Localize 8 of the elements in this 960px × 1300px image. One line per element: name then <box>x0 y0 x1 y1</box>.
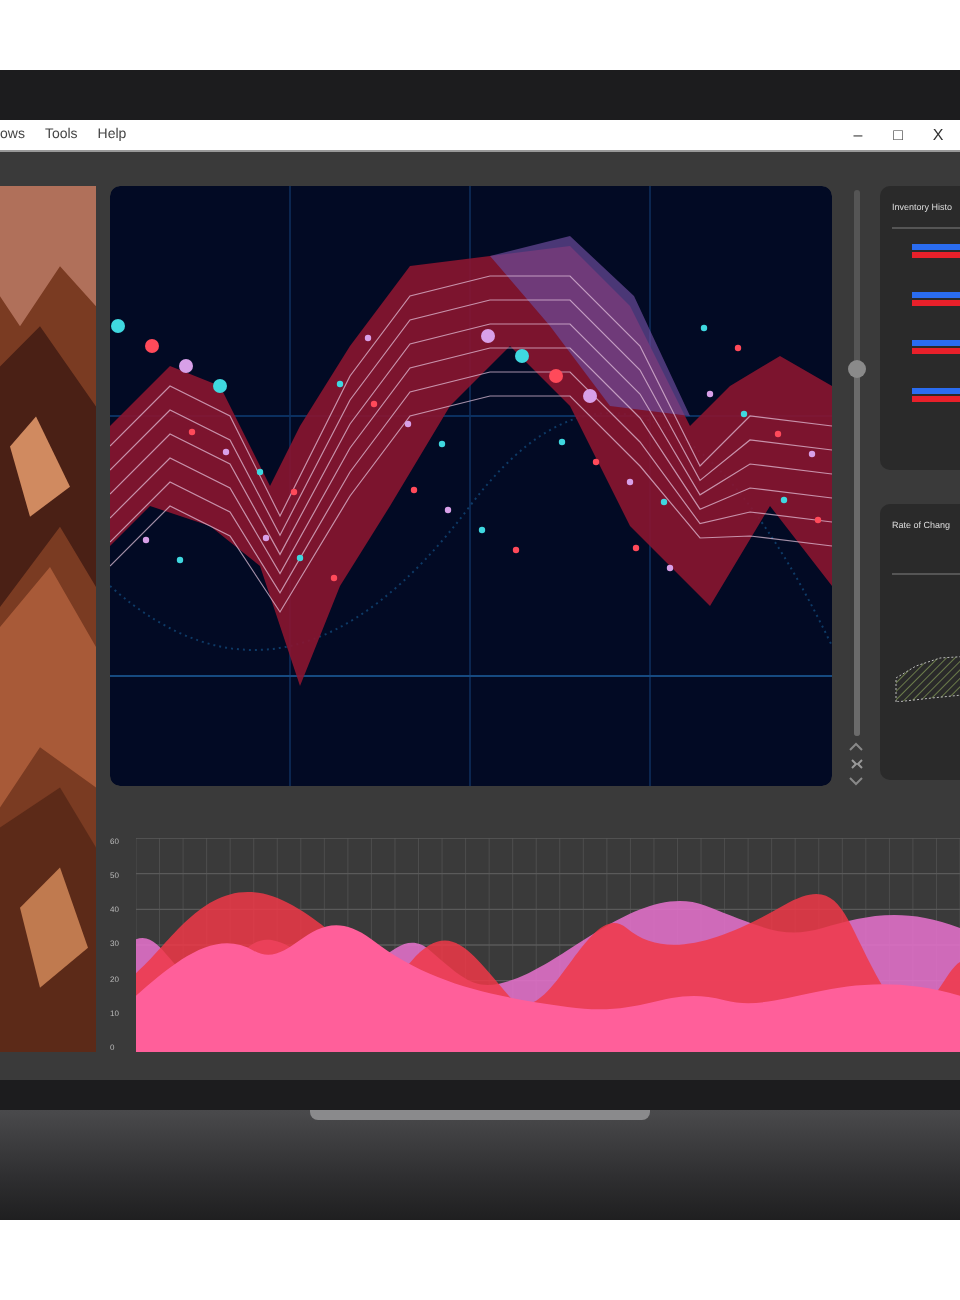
zoom-slider[interactable] <box>853 190 859 736</box>
chevron-up-icon[interactable] <box>848 742 864 752</box>
slider-thumb[interactable] <box>847 360 865 379</box>
window-control[interactable]: X <box>928 126 948 144</box>
chevron-down-icon[interactable] <box>848 776 864 786</box>
window-control[interactable]: – <box>848 126 868 144</box>
fit-icon[interactable] <box>849 758 863 770</box>
window-control[interactable]: □ <box>888 126 908 144</box>
